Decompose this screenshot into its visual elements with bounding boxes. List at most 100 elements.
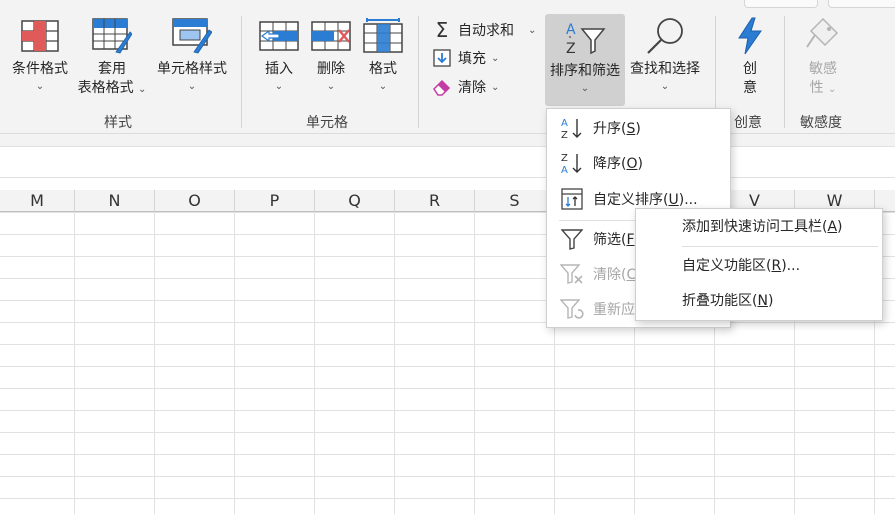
menu-item-label: 清除(C <box>593 267 637 283</box>
column-header[interactable]: O <box>155 190 235 212</box>
menu-item-label: 重新应 <box>593 302 635 318</box>
sensitivity-label-line2: 性 ⌄ <box>810 79 837 99</box>
chevron-down-icon: ⌄ <box>378 81 388 92</box>
eraser-icon <box>432 77 452 97</box>
column-header[interactable]: Q <box>315 190 395 212</box>
delete-label: 删除 <box>317 61 345 77</box>
menu-item-label: 自定义排序(U)... <box>593 192 698 208</box>
grid-line <box>154 212 155 514</box>
chevron-down-icon: ⌄ <box>187 81 197 92</box>
sensitivity-button[interactable]: 敏感 性 ⌄ <box>800 16 846 99</box>
chevron-down-icon: ⌄ <box>138 84 147 95</box>
ribbon-top-tab-stub <box>744 0 818 8</box>
column-header[interactable]: N <box>75 190 155 212</box>
group-separator <box>784 16 785 128</box>
format-cells-icon <box>361 16 405 56</box>
menu-access-key: F <box>626 232 635 248</box>
cells-group-label: 单元格 <box>306 115 348 131</box>
cell-styles-button[interactable]: 单元格样式 ⌄ <box>152 16 232 93</box>
group-separator <box>418 16 419 128</box>
find-select-label: 查找和选择 <box>630 61 700 77</box>
column-header[interactable]: S <box>475 190 555 212</box>
sort-filter-icon: A Z <box>563 18 607 58</box>
chevron-down-icon: ⌄ <box>660 81 670 92</box>
sensitivity-label-icon <box>801 16 845 56</box>
menu-item-label: 筛选(F <box>593 232 635 248</box>
menu-item-label: 升序(S) <box>593 121 641 137</box>
menu-access-key: U <box>668 192 679 208</box>
ctx-item-add-to-quick-access[interactable]: 添加到快速访问工具栏(A) <box>636 212 882 242</box>
clear-label: 清除 <box>458 80 486 96</box>
svg-text:Z: Z <box>561 130 568 140</box>
formula-bar[interactable] <box>0 146 895 178</box>
menu-access-key: O <box>626 156 638 172</box>
column-header[interactable]: M <box>0 190 75 212</box>
custom-sort-icon <box>559 186 585 212</box>
menu-item-sort-descending[interactable]: Z A 降序(O) <box>547 146 730 180</box>
magnifier-icon <box>643 16 687 56</box>
menu-label-text: 清除 <box>593 267 621 283</box>
menu-suffix: ... <box>786 258 801 274</box>
menu-item-sort-ascending[interactable]: A Z 升序(S) <box>547 111 730 145</box>
formula-band <box>0 134 895 146</box>
ctx-item-collapse-ribbon[interactable]: 折叠功能区(N) <box>636 286 882 316</box>
fill-down-icon <box>432 48 452 68</box>
sensitivity-label-text: 性 <box>809 80 824 96</box>
svg-text:Z: Z <box>561 153 568 164</box>
svg-text:A: A <box>561 118 568 129</box>
grid-line <box>394 212 395 514</box>
menu-label-text: 筛选 <box>593 232 621 248</box>
sort-filter-label: 排序和筛选 <box>550 63 620 79</box>
create-group-label: 创意 <box>734 115 762 131</box>
ctx-item-customize-ribbon[interactable]: 自定义功能区(R)... <box>636 251 882 281</box>
menu-access-key: A <box>827 219 838 235</box>
insert-button[interactable]: 插入 ⌄ <box>256 16 302 93</box>
ribbon-top-tab-stub <box>828 0 895 8</box>
menu-suffix: ... <box>684 192 698 208</box>
ribbon-context-menu: 添加到快速访问工具栏(A) 自定义功能区(R)... 折叠功能区(N) <box>635 208 883 321</box>
column-header[interactable]: R <box>395 190 475 212</box>
menu-label-text: 降序 <box>593 156 621 172</box>
fill-button[interactable]: 填充 ⌄ <box>432 46 499 70</box>
chevron-down-icon: ⌄ <box>274 81 284 92</box>
table-format-icon <box>90 16 134 56</box>
conditional-format-button[interactable]: 条件格式 ⌄ <box>8 16 72 93</box>
clear-button[interactable]: 清除 ⌄ <box>432 75 499 99</box>
delete-button[interactable]: 删除 ⌄ <box>308 16 354 93</box>
cell-styles-label: 单元格样式 <box>157 61 227 77</box>
ctx-label-text: 添加到快速访问工具栏 <box>682 219 822 235</box>
filter-funnel-icon <box>559 226 585 252</box>
format-label: 格式 <box>369 61 397 77</box>
sensitivity-label-line1: 敏感 <box>809 61 837 77</box>
group-separator <box>241 16 242 128</box>
sort-ascending-icon: A Z <box>559 115 585 141</box>
find-select-button[interactable]: 查找和选择 ⌄ <box>626 16 704 93</box>
clear-filter-icon <box>559 261 585 287</box>
svg-text:A: A <box>561 165 568 175</box>
reapply-filter-icon <box>559 296 585 322</box>
chevron-down-icon: ⌄ <box>491 52 500 64</box>
ctx-label-text: 自定义功能区 <box>682 258 766 274</box>
chevron-down-icon: ⌄ <box>491 81 500 93</box>
grid-line <box>74 212 75 514</box>
menu-item-label: 降序(O) <box>593 156 643 172</box>
chevron-down-icon: ⌄ <box>528 24 537 36</box>
table-format-label-line2: 表格格式 ⌄ <box>78 79 147 99</box>
chevron-down-icon: ⌄ <box>580 83 590 94</box>
conditional-format-label: 条件格式 <box>12 61 68 77</box>
sort-filter-button[interactable]: A Z 排序和筛选 ⌄ <box>545 14 625 106</box>
insert-label: 插入 <box>265 61 293 77</box>
table-format-button[interactable]: 套用 表格格式 ⌄ <box>74 16 150 99</box>
table-format-label-line1: 套用 <box>98 61 126 77</box>
ctx-label-text: 折叠功能区 <box>682 293 752 309</box>
column-header[interactable]: P <box>235 190 315 212</box>
menu-label-text: 自定义排序 <box>593 192 663 208</box>
menu-separator <box>682 246 878 247</box>
create-button[interactable]: 创 意 <box>730 16 770 98</box>
fill-label: 填充 <box>458 51 486 67</box>
grid-line <box>474 212 475 514</box>
format-button[interactable]: 格式 ⌄ <box>360 16 406 93</box>
autosum-button[interactable]: Σ 自动求和 ⌄ <box>432 18 537 42</box>
ribbon: 条件格式 ⌄ 套用 表格格式 ⌄ 单元格样式 ⌄ 样式 插入 ⌄ 删除 ⌄ 格式… <box>0 0 895 134</box>
chevron-down-icon: ⌄ <box>326 81 336 92</box>
